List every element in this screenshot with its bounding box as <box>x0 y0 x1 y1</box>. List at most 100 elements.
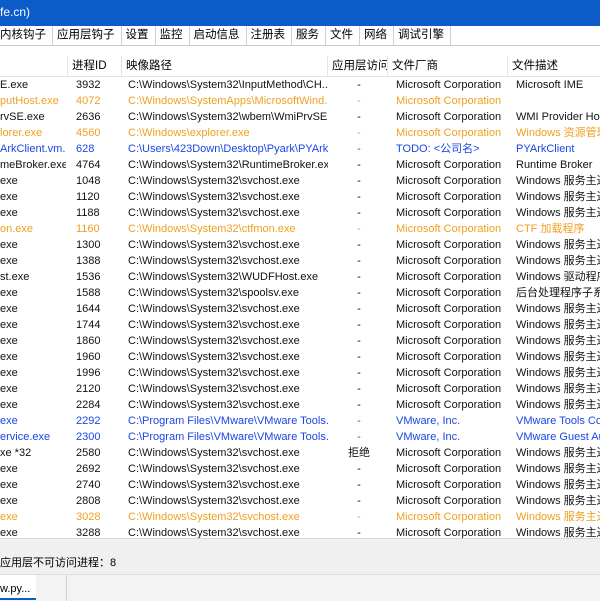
cell-app-access: - <box>357 127 361 139</box>
table-row[interactable]: exe 2292 C:\Program Files\VMware\VMware To… <box>0 413 600 429</box>
table-row[interactable]: lorer.exe 4560 C:\Windows\explorer.exe - Mic… <box>0 125 600 141</box>
cell-image-path: C:\Program Files\VMware\VMware Tools... <box>128 431 328 443</box>
cell-image-path: C:\Windows\System32\svchost.exe <box>128 175 300 187</box>
cell-process-name: xe *32 <box>0 447 32 459</box>
table-row[interactable]: exe 1188 C:\Windows\System32\svchost.exe - M… <box>0 205 600 221</box>
table-row[interactable]: rvSE.exe 2636 C:\Windows\System32\wbem\Wmi… <box>0 109 600 125</box>
table-row[interactable]: exe 1588 C:\Windows\System32\spoolsv.exe - M… <box>0 285 600 301</box>
cell-app-access: - <box>357 191 361 203</box>
table-row[interactable]: exe 1860 C:\Windows\System32\svchost.exe - M… <box>0 333 600 349</box>
column-header-name[interactable] <box>0 56 68 76</box>
table-row[interactable]: exe 2808 C:\Windows\System32\svchost.exe - M… <box>0 493 600 509</box>
cell-description: 后台处理程序子系统 <box>516 287 600 299</box>
menu-debug-engine[interactable]: 调试引擎 <box>394 26 451 45</box>
cell-vendor: Microsoft Corporation <box>396 463 502 475</box>
menu-settings[interactable]: 设置 <box>122 26 156 45</box>
table-row[interactable]: exe 1300 C:\Windows\System32\svchost.exe - M… <box>0 237 600 253</box>
table-row[interactable]: exe 2692 C:\Windows\System32\svchost.exe - M… <box>0 461 600 477</box>
cell-app-access: - <box>357 463 361 475</box>
column-header-vendor[interactable]: 文件厂商 <box>388 56 508 76</box>
cell-pid: 2740 <box>76 479 101 491</box>
table-row[interactable]: exe 1960 C:\Windows\System32\svchost.exe - M… <box>0 349 600 365</box>
cell-description: Windows 服务主进程 <box>516 479 600 491</box>
cell-process-name: exe <box>0 495 18 507</box>
table-row[interactable]: exe 2740 C:\Windows\System32\svchost.exe - M… <box>0 477 600 493</box>
menu-network[interactable]: 网络 <box>360 26 394 45</box>
cell-app-access: - <box>357 383 361 395</box>
status-bar: 应用层不可访问进程：8 <box>0 548 600 574</box>
table-row[interactable]: E.exe 3932 C:\Windows\System32\InputMethod… <box>0 77 600 93</box>
table-row[interactable]: xe *32 2580 C:\Windows\System32\svchost.ex… <box>0 445 600 461</box>
cell-image-path: C:\Windows\System32\wbem\WmiPrvSE.... <box>128 111 328 123</box>
cell-process-name: exe <box>0 383 18 395</box>
process-table: 进程ID 映像路径 应用层访问 文件厂商 文件描述 E.exe 3932 C:\Wi… <box>0 56 600 538</box>
cell-process-name: exe <box>0 527 18 538</box>
cell-pid: 4560 <box>76 127 101 139</box>
table-row[interactable]: exe 3288 C:\Windows\System32\svchost.exe - M… <box>0 525 600 538</box>
table-row[interactable]: exe 1996 C:\Windows\System32\svchost.exe - M… <box>0 365 600 381</box>
cell-vendor: Microsoft Corporation <box>396 447 502 459</box>
cell-vendor: Microsoft Corporation <box>396 527 502 538</box>
menu-monitor[interactable]: 监控 <box>156 26 190 45</box>
cell-vendor: Microsoft Corporation <box>396 495 502 507</box>
table-row[interactable]: exe 1744 C:\Windows\System32\svchost.exe - M… <box>0 317 600 333</box>
cell-app-access: - <box>357 223 361 235</box>
cell-description: Windows 服务主进程 <box>516 319 600 331</box>
cell-image-path: C:\Windows\System32\svchost.exe <box>128 479 300 491</box>
cell-vendor: Microsoft Corporation <box>396 271 502 283</box>
table-row[interactable]: exe 3028 C:\Windows\System32\svchost.exe - M… <box>0 509 600 525</box>
menu-app-hooks[interactable]: 应用层钩子 <box>53 26 122 45</box>
cell-vendor: Microsoft Corporation <box>396 127 502 139</box>
table-row[interactable]: st.exe 1536 C:\Windows\System32\WUDFHost.e… <box>0 269 600 285</box>
table-row[interactable]: ervice.exe 2300 C:\Program Files\VMware\VM… <box>0 429 600 445</box>
menu-services[interactable]: 服务 <box>292 26 326 45</box>
cell-vendor: Microsoft Corporation <box>396 95 502 107</box>
table-row[interactable]: exe 2120 C:\Windows\System32\svchost.exe - M… <box>0 381 600 397</box>
cell-process-name: exe <box>0 239 18 251</box>
cell-pid: 1120 <box>76 191 100 203</box>
taskbar-item[interactable]: w.py... <box>0 575 36 600</box>
column-header-image-path[interactable]: 映像路径 <box>122 56 328 76</box>
table-row[interactable]: exe 2284 C:\Windows\System32\svchost.exe - M… <box>0 397 600 413</box>
cell-pid: 628 <box>76 143 95 155</box>
cell-app-access: - <box>357 159 361 171</box>
cell-vendor: Microsoft Corporation <box>396 319 502 331</box>
cell-pid: 1860 <box>76 335 101 347</box>
cell-process-name: exe <box>0 207 18 219</box>
cell-description: VMware Guest Aut <box>516 431 600 443</box>
cell-image-path: C:\Windows\System32\svchost.exe <box>128 511 300 523</box>
cell-description: Windows 驱动程序 <box>516 271 600 283</box>
cell-process-name: on.exe <box>0 223 34 235</box>
cell-app-access: - <box>357 495 361 507</box>
cell-process-name: exe <box>0 319 18 331</box>
cell-pid: 1960 <box>76 351 101 363</box>
table-row[interactable]: putHost.exe 4072 C:\Windows\SystemApps\Mic… <box>0 93 600 109</box>
table-row[interactable]: meBroker.exe 4764 C:\Windows\System32\Runt… <box>0 157 600 173</box>
cell-image-path: C:\Windows\System32\svchost.exe <box>128 527 300 538</box>
cell-app-access: - <box>357 207 361 219</box>
column-header-description[interactable]: 文件描述 <box>508 56 600 76</box>
taskbar-divider <box>66 575 67 601</box>
menu-files[interactable]: 文件 <box>326 26 360 45</box>
cell-process-name: exe <box>0 351 18 363</box>
cell-pid: 1588 <box>76 287 101 299</box>
table-row[interactable]: ArkClient.vm... 628 C:\Users\423Down\Deskt… <box>0 141 600 157</box>
table-row[interactable]: exe 1048 C:\Windows\System32\svchost.exe - M… <box>0 173 600 189</box>
menu-registry[interactable]: 注册表 <box>247 26 292 45</box>
column-header-app-access[interactable]: 应用层访问 <box>328 56 388 76</box>
menu-startup-info[interactable]: 启动信息 <box>190 26 247 45</box>
cell-image-path: C:\Windows\System32\svchost.exe <box>128 447 300 459</box>
cell-pid: 2692 <box>76 463 101 475</box>
table-row[interactable]: exe 1644 C:\Windows\System32\svchost.exe - M… <box>0 301 600 317</box>
cell-vendor: Microsoft Corporation <box>396 383 502 395</box>
column-header-pid[interactable]: 进程ID <box>68 56 122 76</box>
menu-kernel-hooks[interactable]: 内核钩子 <box>0 26 53 45</box>
cell-description: Windows 服务主进程 <box>516 367 600 379</box>
table-row[interactable]: on.exe 1160 C:\Windows\System32\ctfmon.exe… <box>0 221 600 237</box>
cell-pid: 1536 <box>76 271 101 283</box>
taskbar: w.py... <box>0 574 600 601</box>
cell-description <box>512 93 600 109</box>
cell-app-access: - <box>357 335 361 347</box>
table-row[interactable]: exe 1388 C:\Windows\System32\svchost.exe - M… <box>0 253 600 269</box>
table-row[interactable]: exe 1120 C:\Windows\System32\svchost.exe - M… <box>0 189 600 205</box>
